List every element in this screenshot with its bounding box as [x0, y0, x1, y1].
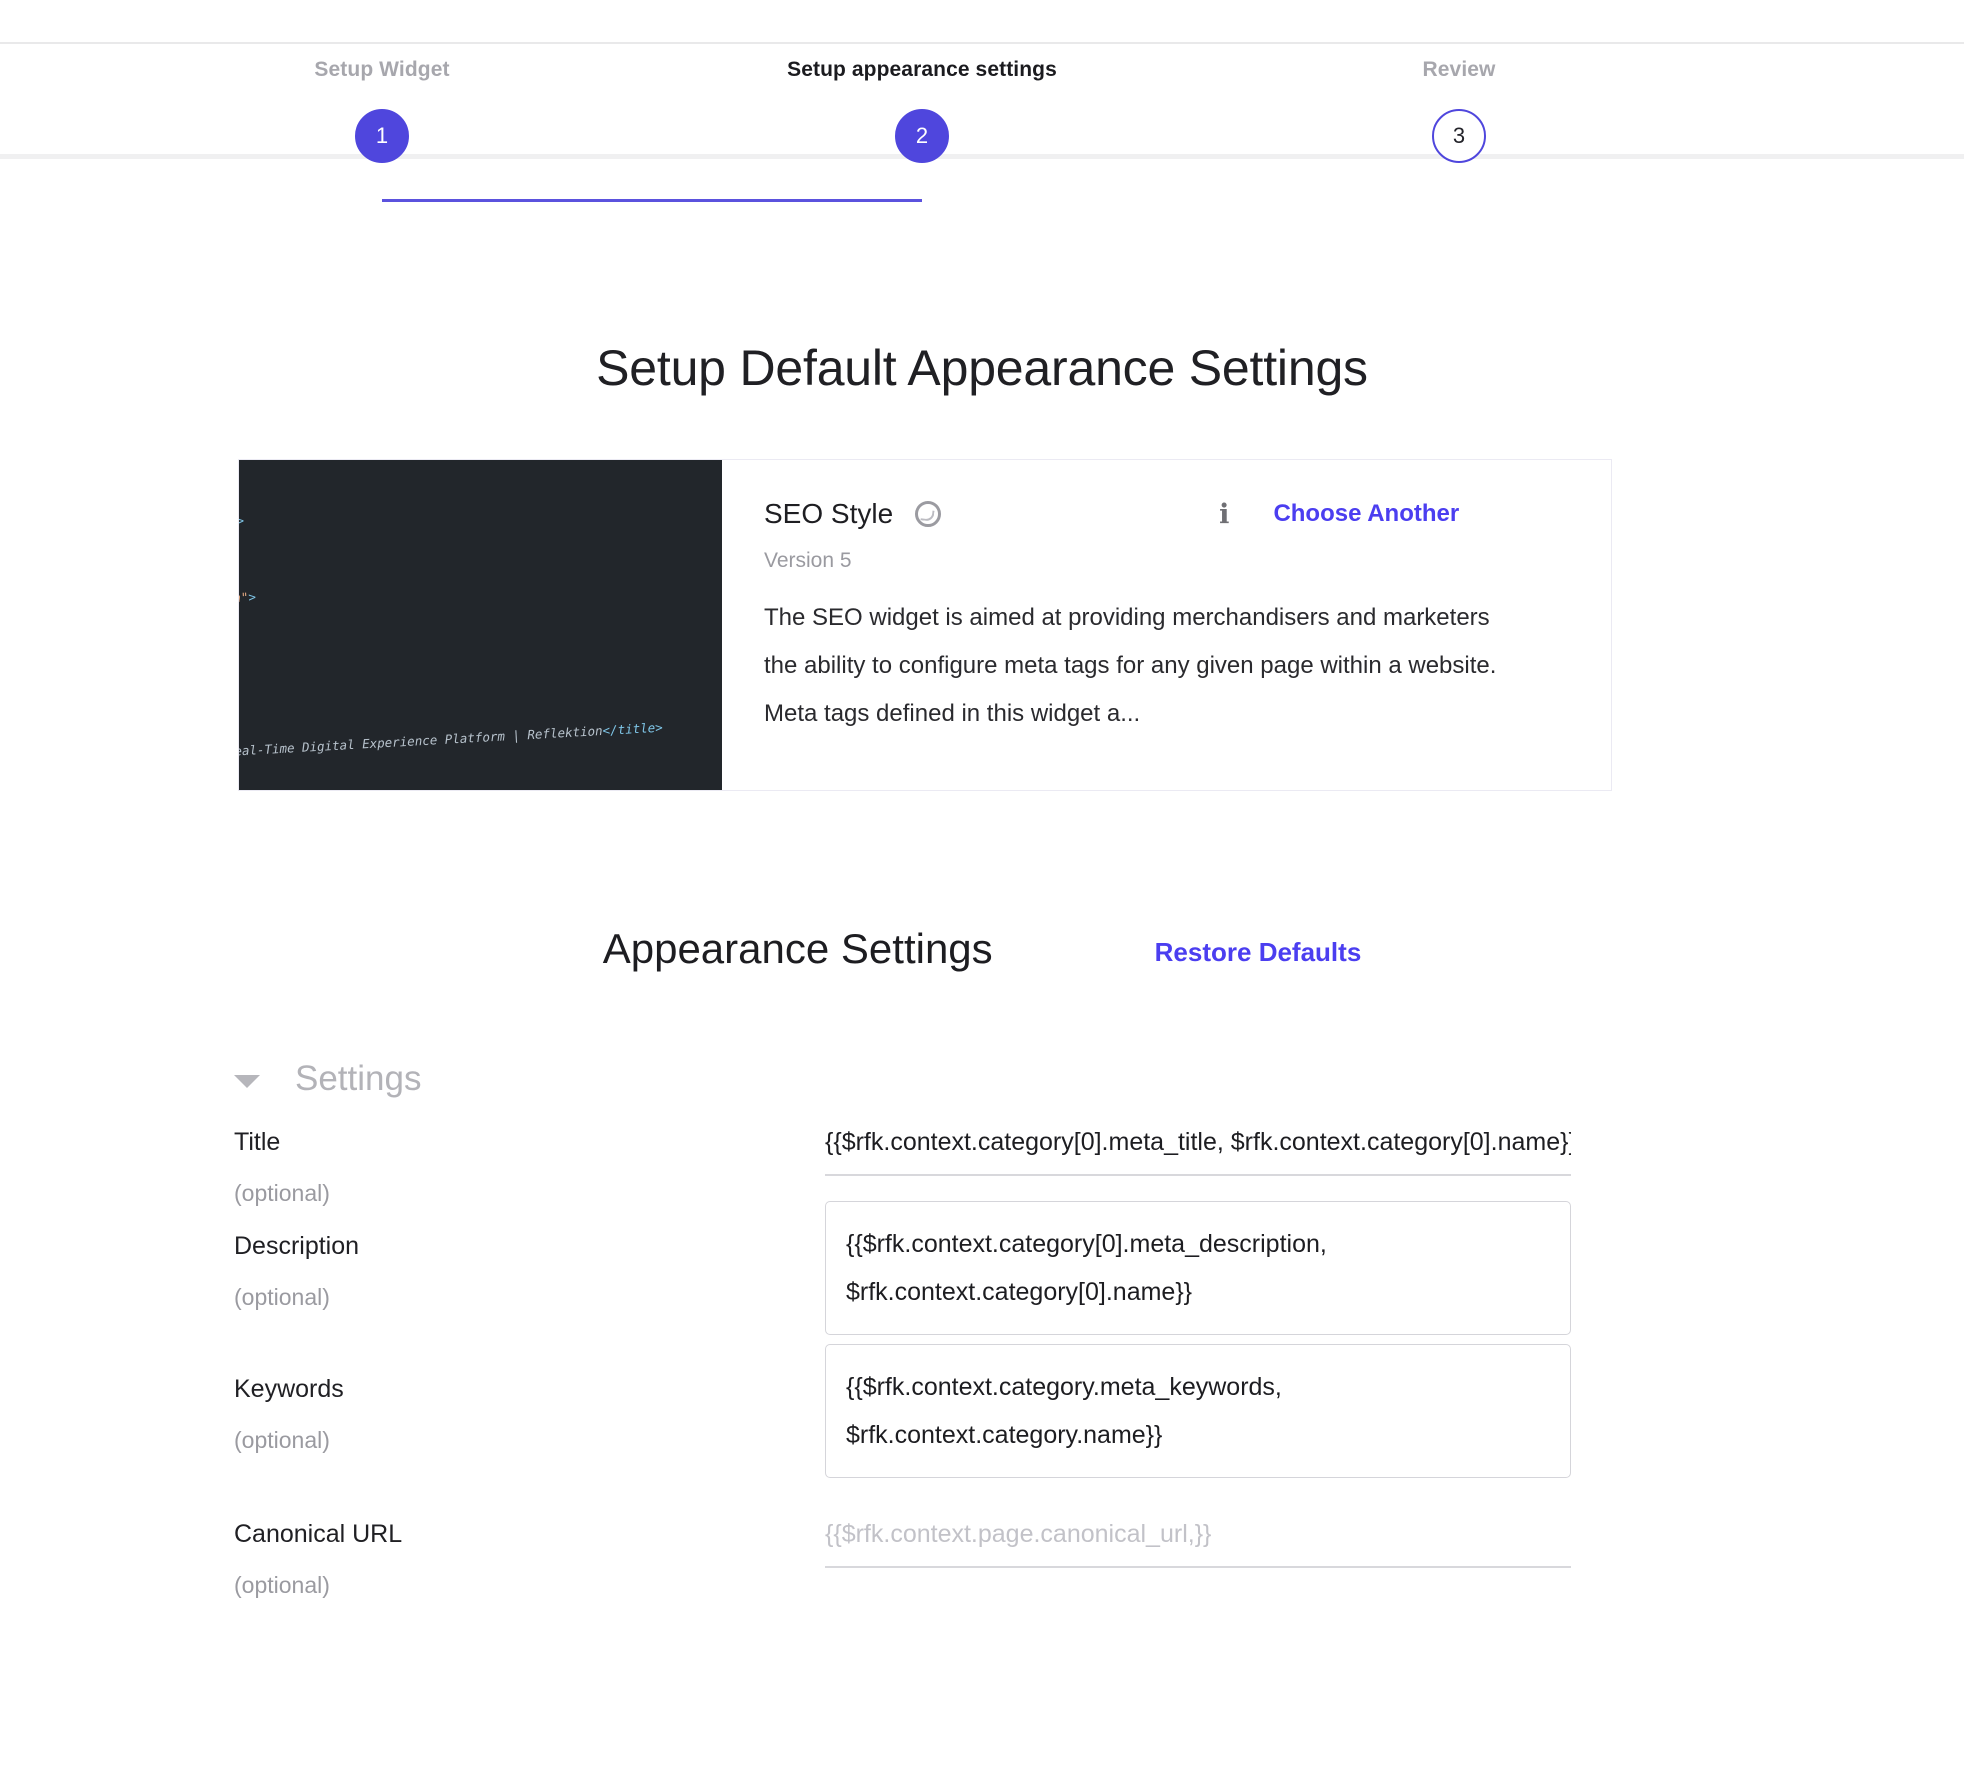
field-title-label: Title	[234, 1128, 281, 1156]
field-description-label: Description	[234, 1232, 360, 1260]
widget-description: The SEO widget is aimed at providing mer…	[764, 604, 1497, 727]
keywords-textarea[interactable]	[825, 1344, 1571, 1478]
widget-card: <!DOCTYPE html> <html lang="en"> <head> …	[238, 459, 1612, 791]
field-canonical-url-label: Canonical URL	[234, 1520, 403, 1548]
stepper-step-2[interactable]: Setup appearance settings 2	[712, 58, 1132, 163]
circle-logo-icon	[915, 501, 942, 527]
appearance-settings-title: Appearance Settings	[602, 925, 993, 972]
stepper-step-2-label: Setup appearance settings	[787, 58, 1057, 81]
stepper-step-1[interactable]: Setup Widget 1	[172, 58, 592, 163]
title-input[interactable]	[825, 1122, 1571, 1176]
field-description-optional: (optional)	[234, 1284, 330, 1310]
stepper-step-1-circle[interactable]: 1	[355, 109, 409, 163]
field-keywords-label: Keywords	[234, 1375, 344, 1403]
stepper-connector-1-2	[382, 199, 922, 202]
settings-section-title: Settings	[295, 1059, 422, 1098]
field-title-optional: (optional)	[234, 1180, 330, 1206]
canonical-url-input[interactable]	[825, 1514, 1571, 1568]
stepper-step-1-number: 1	[375, 123, 389, 148]
info-icon[interactable]: i	[1219, 501, 1229, 528]
widget-version: Version 5	[764, 549, 852, 572]
widget-thumbnail-code: <!DOCTYPE html> <html lang="en"> <head> …	[239, 512, 664, 759]
settings-section-toggle[interactable]: Settings	[234, 1059, 421, 1099]
widget-name: SEO Style	[764, 498, 894, 529]
stepper-step-3-number: 3	[1452, 123, 1466, 148]
field-canonical-url-control	[825, 1514, 1571, 1568]
widget-card-header: SEO Style i Choose Another	[764, 498, 1567, 530]
field-description-labels: Description (optional)	[234, 1234, 359, 1309]
stepper-step-3-circle[interactable]: 3	[1432, 109, 1486, 163]
widget-thumbnail: <!DOCTYPE html> <html lang="en"> <head> …	[239, 460, 722, 790]
restore-defaults-button[interactable]: Restore Defaults	[1155, 937, 1362, 968]
field-keywords-labels: Keywords (optional)	[234, 1377, 344, 1452]
field-title-labels: Title (optional)	[234, 1130, 330, 1205]
stepper-step-2-circle[interactable]: 2	[895, 109, 949, 163]
field-keywords-optional: (optional)	[234, 1427, 330, 1453]
stepper-step-2-number: 2	[915, 123, 929, 148]
widget-card-body: SEO Style i Choose Another Version 5 The…	[722, 460, 1611, 790]
page-title: Setup Default Appearance Settings	[596, 339, 1368, 396]
field-keywords-control	[825, 1344, 1571, 1483]
field-title-control	[825, 1122, 1571, 1176]
stepper-step-1-label: Setup Widget	[314, 58, 450, 81]
choose-another-button[interactable]: Choose Another	[1273, 500, 1459, 528]
stepper: Setup Widget 1 Setup appearance settings…	[0, 44, 1964, 202]
description-textarea[interactable]	[825, 1201, 1571, 1335]
field-canonical-url-optional: (optional)	[234, 1572, 330, 1598]
stepper-step-3-label: Review	[1422, 58, 1496, 81]
stepper-step-3[interactable]: Review 3	[1249, 58, 1669, 163]
field-description-control	[825, 1201, 1571, 1340]
appearance-settings-header: Appearance Settings Restore Defaults	[0, 925, 1964, 973]
caret-down-icon	[234, 1074, 260, 1088]
field-canonical-url-labels: Canonical URL (optional)	[234, 1522, 402, 1597]
